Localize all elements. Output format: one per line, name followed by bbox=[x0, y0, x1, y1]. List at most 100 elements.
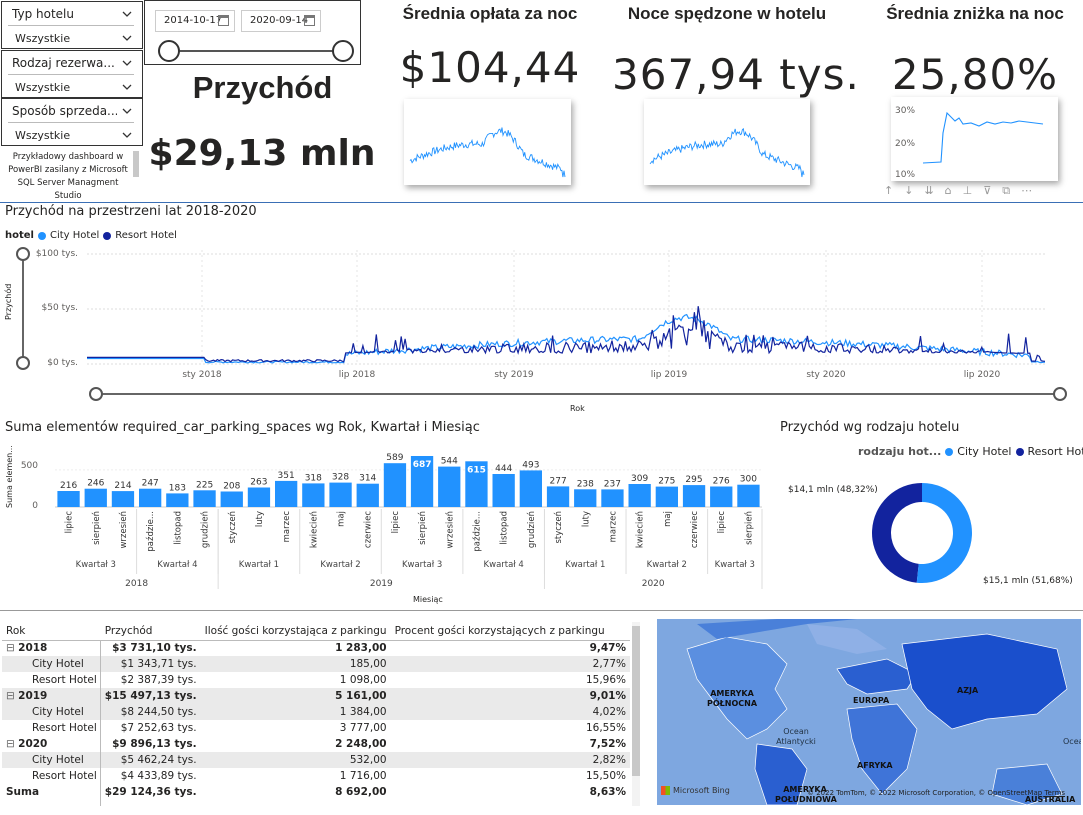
collapse-icon[interactable]: ⊟ bbox=[6, 690, 18, 702]
chevron-down-icon[interactable] bbox=[122, 9, 132, 19]
percent-cell: 9,47% bbox=[589, 642, 626, 654]
donut-slice-city[interactable] bbox=[916, 483, 973, 583]
percent-cell: 16,55% bbox=[585, 722, 626, 734]
slicer-value[interactable]: Wszystkie bbox=[15, 81, 70, 94]
bar[interactable] bbox=[247, 487, 271, 508]
matrix-total-row[interactable]: Suma $29 124,36 tys. 8 692,00 8,63% bbox=[2, 784, 630, 800]
column-header-year[interactable]: Rok bbox=[2, 622, 101, 640]
bar[interactable] bbox=[546, 486, 570, 507]
note-scrollbar[interactable] bbox=[133, 151, 139, 177]
chevron-down-icon[interactable] bbox=[122, 106, 132, 116]
column-header-guests[interactable]: Ilość gości korzystająca z parkingu bbox=[201, 622, 391, 640]
bar[interactable] bbox=[84, 488, 107, 507]
matrix-header-border bbox=[2, 640, 630, 641]
terms-link[interactable]: Terms bbox=[1044, 789, 1065, 797]
hierarchy-icon[interactable]: ⌂ bbox=[945, 184, 963, 197]
bar-category-label: czerwiec bbox=[690, 511, 700, 548]
matrix-row[interactable]: Resort Hotel $7 252,63 tys. 3 777,00 16,55% bbox=[2, 720, 630, 736]
bar[interactable] bbox=[682, 485, 706, 507]
bar[interactable] bbox=[193, 490, 216, 507]
date-slider-start-handle[interactable] bbox=[158, 40, 180, 62]
legend-item-resort[interactable]: Resort Hotel bbox=[1028, 445, 1083, 458]
x-zoom-handle-right[interactable] bbox=[1053, 387, 1067, 401]
legend-dot-city bbox=[945, 447, 954, 456]
bar[interactable] bbox=[356, 483, 379, 507]
chevron-down-icon[interactable] bbox=[122, 82, 132, 92]
matrix-year-row[interactable]: ⊟ 2018 $3 731,10 tys. 1 283,00 9,47% bbox=[2, 640, 630, 656]
bar[interactable] bbox=[519, 470, 542, 507]
matrix-row[interactable]: City Hotel $8 244,50 tys. 1 384,00 4,02% bbox=[2, 704, 630, 720]
row-label: Resort Hotel bbox=[32, 770, 97, 782]
year-label: 2018 bbox=[125, 579, 148, 589]
bar[interactable] bbox=[601, 489, 624, 507]
revenue-title: Przychód bbox=[192, 70, 333, 105]
bar-category-label: grudzień bbox=[201, 511, 211, 548]
chevron-down-icon[interactable] bbox=[122, 58, 132, 68]
end-date-input[interactable]: 2020-09-14 bbox=[241, 10, 321, 32]
focus-mode-icon[interactable]: ⧉ bbox=[1002, 184, 1021, 197]
chevron-down-icon[interactable] bbox=[122, 130, 132, 140]
guests-cell: 2 248,00 bbox=[335, 738, 387, 750]
bar[interactable] bbox=[628, 484, 651, 507]
bar[interactable] bbox=[275, 480, 298, 507]
matrix-row[interactable]: Resort Hotel $2 387,39 tys. 1 098,00 15,96% bbox=[2, 672, 630, 688]
matrix-row[interactable]: Resort Hotel $4 433,89 tys. 1 716,00 15,50% bbox=[2, 768, 630, 784]
calendar-icon[interactable] bbox=[304, 15, 315, 26]
x-zoom-handle-left[interactable] bbox=[89, 387, 103, 401]
bar-category-label: czerwiec bbox=[364, 511, 374, 548]
world-map[interactable]: AMERYKA PÓŁNOCNA EUROPA AZJA AFRYKA AMER… bbox=[657, 619, 1081, 805]
matrix-row[interactable]: City Hotel $1 343,71 tys. 185,00 2,77% bbox=[2, 656, 630, 672]
collapse-icon[interactable]: ⊟ bbox=[6, 738, 18, 750]
bar[interactable] bbox=[383, 463, 407, 507]
bar[interactable] bbox=[329, 482, 352, 507]
collapse-icon[interactable]: ⊟ bbox=[6, 642, 18, 654]
row-label: City Hotel bbox=[2, 704, 101, 720]
bar-data-label: 589 bbox=[386, 453, 403, 463]
bar[interactable] bbox=[438, 466, 461, 507]
more-options-icon[interactable]: ⋯ bbox=[1021, 184, 1043, 197]
bar[interactable] bbox=[492, 474, 515, 507]
column-header-revenue[interactable]: Przychód bbox=[101, 622, 201, 640]
slicer-value[interactable]: Wszystkie bbox=[15, 129, 70, 142]
date-range-slicer[interactable]: 2014-10-17 2020-09-14 bbox=[144, 0, 361, 65]
donut-slice-resort[interactable] bbox=[872, 483, 922, 583]
arrow-down-icon[interactable]: ↓ bbox=[904, 184, 924, 197]
slicer-reservation-type[interactable]: Rodzaj rezerwa... Wszystkie bbox=[1, 50, 143, 98]
legend-item-city[interactable]: City Hotel bbox=[957, 445, 1011, 458]
bar[interactable] bbox=[574, 489, 597, 507]
matrix-year-row[interactable]: ⊟ 2019 $15 497,13 tys. 5 161,00 9,01% bbox=[2, 688, 630, 704]
matrix-row[interactable]: City Hotel $5 462,24 tys. 532,00 2,82% bbox=[2, 752, 630, 768]
bar[interactable] bbox=[139, 488, 162, 507]
quarter-label: Kwartał 2 bbox=[320, 560, 360, 570]
chevron-down-icon[interactable] bbox=[122, 33, 132, 43]
matrix-scrollbar[interactable] bbox=[632, 622, 640, 806]
filter-icon[interactable]: ⊽ bbox=[983, 184, 1002, 197]
bar[interactable] bbox=[166, 493, 189, 507]
bar-data-label: 238 bbox=[577, 479, 594, 489]
slicer-sales-channel[interactable]: Sposób sprzeda... Wszystkie bbox=[1, 98, 143, 146]
slicer-title: Rodzaj rezerwa... bbox=[12, 56, 115, 70]
slicer-hotel-type[interactable]: Typ hotelu Wszystkie bbox=[1, 1, 143, 49]
bar[interactable] bbox=[710, 486, 733, 508]
bar[interactable] bbox=[57, 491, 80, 507]
bar-category-label: paździe... bbox=[473, 511, 483, 552]
row-label: ⊟ 2018 bbox=[6, 642, 48, 654]
calendar-icon[interactable] bbox=[218, 15, 229, 26]
expand-down-icon[interactable]: ⇊ bbox=[924, 184, 944, 197]
bar[interactable] bbox=[111, 491, 135, 507]
bar[interactable] bbox=[737, 484, 760, 507]
bar[interactable] bbox=[220, 491, 243, 508]
column-header-percent[interactable]: Procent gości korzystających z parkingu bbox=[391, 622, 630, 640]
matrix-year-row[interactable]: ⊟ 2020 $9 896,13 tys. 2 248,00 7,52% bbox=[2, 736, 630, 752]
bar[interactable] bbox=[302, 483, 325, 507]
start-date-input[interactable]: 2014-10-17 bbox=[155, 10, 235, 32]
revenue-cell: $9 896,13 tys. bbox=[112, 738, 197, 750]
arrow-up-icon[interactable]: ↑ bbox=[884, 184, 904, 197]
donut-chart[interactable] bbox=[860, 465, 980, 605]
sparkline-nights bbox=[644, 99, 810, 185]
date-slider-end-handle[interactable] bbox=[332, 40, 354, 62]
bar[interactable] bbox=[655, 486, 678, 507]
pin-icon[interactable]: ⊥ bbox=[963, 184, 984, 197]
sparkline-avg-rate bbox=[404, 99, 571, 185]
slicer-value[interactable]: Wszystkie bbox=[15, 32, 70, 45]
